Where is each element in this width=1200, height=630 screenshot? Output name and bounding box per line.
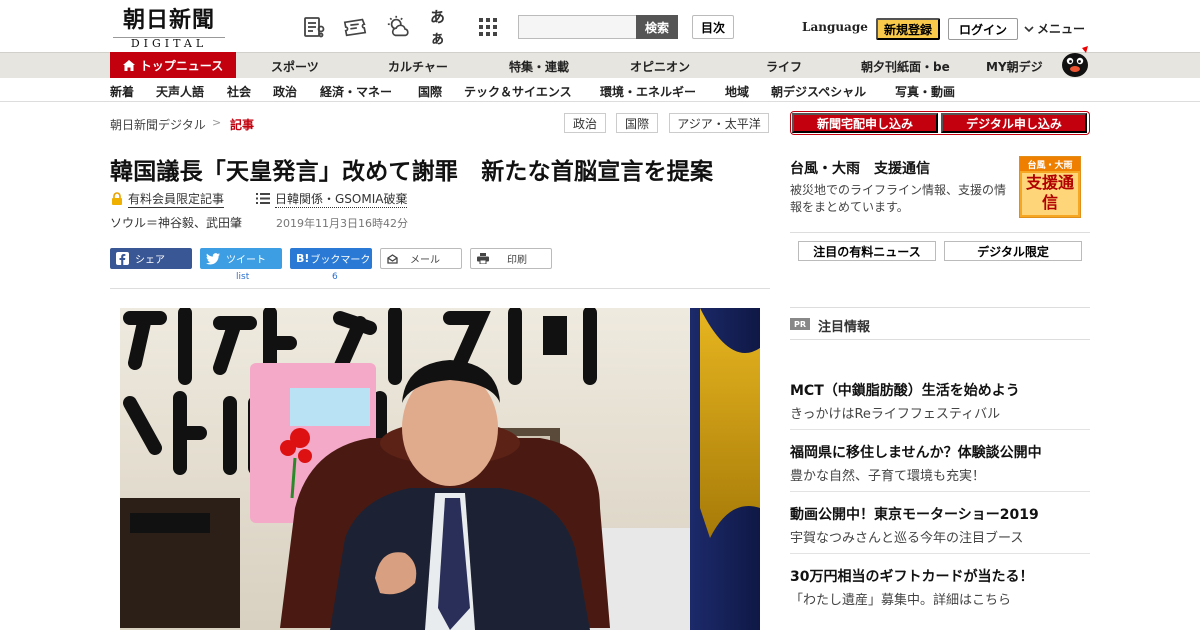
subnav-politics[interactable]: 政治 [273,83,297,100]
nav-features[interactable]: 特集・連載 [509,58,569,75]
subnav-international[interactable]: 国際 [418,83,442,100]
subnav-photo-video[interactable]: 写真・動画 [895,83,955,100]
subnav-tenseijingo[interactable]: 天声人語 [156,83,204,100]
digital-apply-button[interactable]: デジタル申し込み [941,113,1087,133]
nav-my-asadigi[interactable]: MY朝デジ [986,58,1043,75]
breadcrumb-home[interactable]: 朝日新聞デジタル [110,116,206,133]
pr-item-divider [790,491,1090,492]
nav-culture[interactable]: カルチャー [388,58,448,75]
logo-subtitle: DIGITAL [121,38,217,50]
twitter-share-count[interactable]: list [236,272,249,282]
support-info-description: 被災地でのライフライン情報、支援の情報をまとめています。 [790,183,1007,214]
pr-item-description[interactable]: きっかけはReライフフェスティバル [790,403,1000,422]
news-list-icon[interactable] [301,14,327,40]
topic-link[interactable]: 日韓関係・GSOMIA破棄 [275,190,408,208]
tag-international[interactable]: 国際 [616,113,658,133]
tab-paid-news[interactable]: 注目の有料ニュース [798,241,936,261]
print-label: 印刷 [507,255,527,266]
pr-item-title[interactable]: 動画公開中！東京モーターショー2019 [790,504,1039,524]
language-link[interactable]: Language [802,20,868,34]
article-photo[interactable] [120,308,760,630]
mail-share-button[interactable]: メール [380,248,462,269]
subnav-region[interactable]: 地域 [725,83,749,100]
member-only-label[interactable]: 有料会員限定記事 [128,190,225,208]
mail-icon [387,253,398,264]
pr-item-divider [790,553,1090,554]
chevron-down-icon [1024,25,1034,32]
logo-wordmark: 朝日新聞 [122,7,215,33]
nav-top-news-label: トップニュース [139,58,224,73]
lock-icon [112,192,122,205]
breadcrumb-separator: > [212,116,222,129]
search-input[interactable] [518,15,636,39]
login-button[interactable]: ログイン [948,18,1018,40]
pr-item-description[interactable]: 豊かな自然、子育て環境も充実！ [790,465,985,484]
pr-item-title[interactable]: MCT（中鎖脂肪酸）生活を始めよう [790,380,1020,400]
ticket-icon[interactable] [342,14,368,40]
pr-item-title[interactable]: 福岡県に移住しませんか？体験談公開中 [790,442,1042,462]
subnav-special[interactable]: 朝デジスペシャル [771,83,866,100]
share-divider [110,288,770,289]
pr-section-title: 注目情報 [818,320,871,335]
support-badge-main: 支援通信 [1022,173,1078,215]
tab-digital-only[interactable]: デジタル限定 [944,241,1082,261]
sidebar-divider [790,232,1090,233]
toc-button[interactable]: 目次 [692,15,734,39]
home-icon [122,59,135,71]
twitter-share-label: ツイート [226,255,266,266]
newspaper-delivery-apply-button[interactable]: 新聞宅配申し込み [792,113,938,133]
pr-item-description[interactable]: 宇賀なつみさんと巡る今年の注目ブース [790,527,1023,546]
font-size-icon[interactable]: あぁ [430,8,456,47]
article-headline: 韓国議長「天皇発言」改めて謝罪 新たな首脳宣言を提案 [110,159,714,185]
twitter-icon [206,252,220,264]
sidebar-divider [790,339,1090,340]
twitter-share-button[interactable]: ツイート [200,248,282,269]
list-icon [256,193,270,204]
grid-icon[interactable] [475,14,501,40]
nav-top-news[interactable]: トップニュース [110,52,236,78]
hatena-icon: B! [296,252,310,265]
support-info-title[interactable]: 台風・大雨 支援通信 [790,158,930,178]
tag-politics[interactable]: 政治 [564,113,606,133]
weather-icon[interactable] [386,14,412,40]
facebook-share-button[interactable]: シェア [110,248,192,269]
support-info-badge[interactable]: 台風・大雨 支援通信 [1019,156,1081,218]
facebook-icon [116,252,129,265]
subnav-environment[interactable]: 環境・エネルギー [600,83,696,100]
hatena-bookmark-count[interactable]: 6 [332,272,338,282]
subnav-society[interactable]: 社会 [227,83,251,100]
tag-asia-pacific[interactable]: アジア・太平洋 [669,113,769,133]
site-logo[interactable]: 朝日新聞 DIGITAL [113,7,225,50]
hatena-bookmark-label: ブックマーク [310,255,371,266]
mascot-icon[interactable] [1058,44,1092,78]
menu-label: メニュー [1037,22,1086,36]
nav-sports[interactable]: スポーツ [271,58,319,75]
pr-badge: PR [790,318,810,330]
hatena-bookmark-button[interactable]: B! ブックマーク [290,248,372,269]
nav-opinion[interactable]: オピニオン [630,58,690,75]
register-button[interactable]: 新規登録 [876,18,940,40]
subnav-tech[interactable]: テック＆サイエンス [464,83,572,100]
subnav-latest[interactable]: 新着 [110,83,134,100]
sidebar-divider [790,307,1090,308]
facebook-share-label: シェア [135,255,165,266]
pr-item-title[interactable]: 30万円相当のギフトカードが当たる！ [790,566,1033,586]
breadcrumb-current: 記事 [230,118,255,132]
byline: ソウル＝神谷毅、武田肇 [110,216,243,230]
search-button[interactable]: 検索 [636,15,678,39]
support-badge-top: 台風・大雨 [1020,157,1080,171]
timestamp: 2019年11月3日16時42分 [276,217,408,230]
menu-button[interactable]: メニュー [1024,20,1085,37]
pr-item-divider [790,429,1090,430]
subnav-economy[interactable]: 経済・マネー [320,83,392,100]
nav-paper[interactable]: 朝夕刊紙面・be [861,58,950,75]
mail-share-label: メール [410,255,440,266]
print-button[interactable]: 印刷 [470,248,552,269]
pr-item-description[interactable]: 「わたし遺産」募集中。詳細はこちら [790,589,1011,608]
nav-life[interactable]: ライフ [766,58,802,75]
print-icon [477,253,489,264]
